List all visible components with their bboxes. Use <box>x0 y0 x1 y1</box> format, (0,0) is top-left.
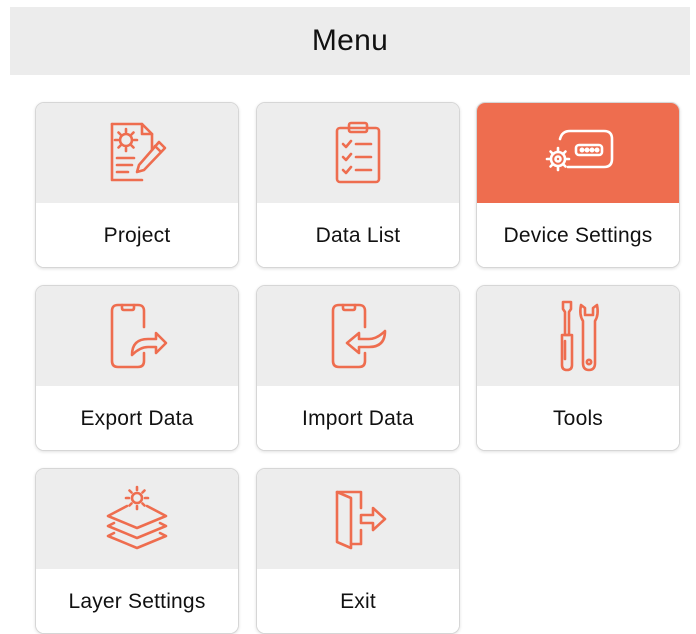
door-exit-icon <box>325 488 391 550</box>
screwdriver-wrench-icon <box>553 299 603 373</box>
tile-label-export-data: Export Data <box>80 407 194 430</box>
menu-tile-data-list[interactable]: Data List <box>256 102 460 268</box>
device-gear-icon <box>538 123 618 183</box>
phone-import-icon <box>325 301 391 371</box>
menu-tile-import-data[interactable]: Import Data <box>256 285 460 451</box>
menu-header: Menu <box>10 7 690 75</box>
menu-tile-device-settings[interactable]: Device Settings <box>476 102 680 268</box>
menu-tile-project[interactable]: Project <box>35 102 239 268</box>
layers-gear-icon <box>102 484 172 554</box>
menu-tile-export-data[interactable]: Export Data <box>35 285 239 451</box>
menu-tile-exit[interactable]: Exit <box>256 468 460 634</box>
tile-label-project: Project <box>103 224 171 247</box>
menu-tile-layer-settings[interactable]: Layer Settings <box>35 468 239 634</box>
project-settings-icon <box>104 120 170 186</box>
menu-tile-tools[interactable]: Tools <box>476 285 680 451</box>
tile-label-exit: Exit <box>340 590 376 613</box>
tile-label-device-settings: Device Settings <box>503 224 653 247</box>
phone-export-icon <box>104 301 170 371</box>
clipboard-list-icon <box>325 120 391 186</box>
tile-label-import-data: Import Data <box>302 407 414 430</box>
page-title: Menu <box>311 24 389 57</box>
tile-label-tools: Tools <box>552 407 604 430</box>
tile-label-data-list: Data List <box>315 224 401 247</box>
tile-label-layer-settings: Layer Settings <box>68 590 206 613</box>
